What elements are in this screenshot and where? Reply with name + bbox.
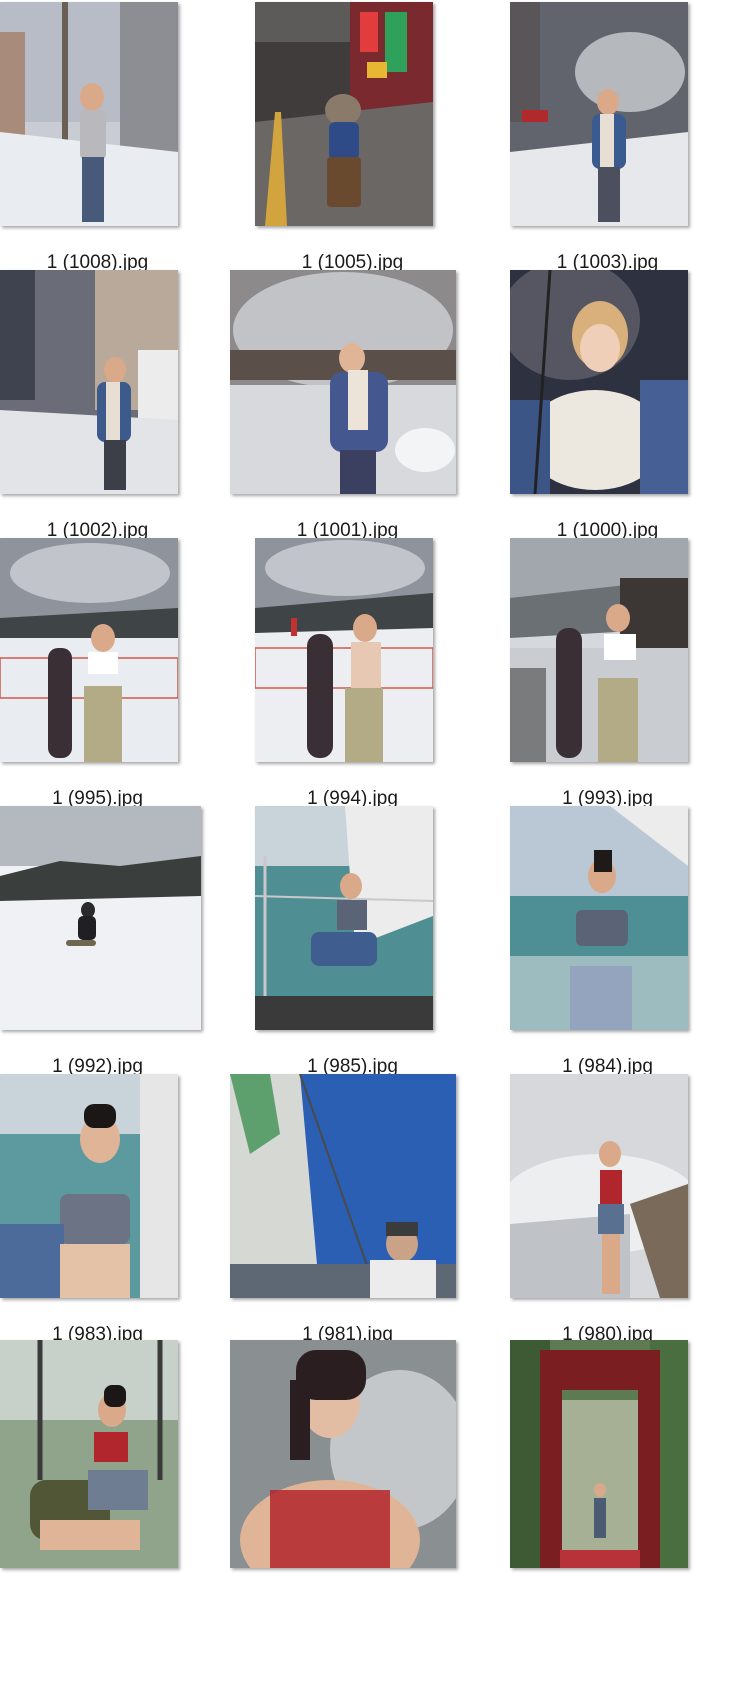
- thumbnail-image[interactable]: [230, 1340, 456, 1568]
- thumbnail-image[interactable]: [510, 806, 688, 1030]
- thumbnail-image[interactable]: [230, 1074, 456, 1298]
- thumbnail-image[interactable]: [510, 270, 688, 494]
- thumbnail-image[interactable]: [0, 270, 178, 494]
- thumbnail-image[interactable]: [0, 2, 178, 226]
- thumbnail-image[interactable]: [0, 1074, 178, 1298]
- thumbnail-image[interactable]: [0, 1340, 178, 1568]
- file-tile[interactable]: 1 (994).jpg: [255, 536, 505, 826]
- file-tile[interactable]: [230, 1340, 480, 1630]
- thumbnail-image[interactable]: [0, 538, 178, 762]
- file-tile[interactable]: 1 (1001).jpg: [230, 268, 480, 558]
- file-tile[interactable]: 1 (992).jpg: [0, 804, 250, 1094]
- thumbnail-grid: 1 (1008).jpg 1 (1005).jpg 1 (1003).jpg 1…: [0, 0, 750, 1699]
- file-tile[interactable]: 1 (995).jpg: [0, 536, 250, 826]
- thumbnail-image[interactable]: [255, 806, 433, 1030]
- thumbnail-image[interactable]: [510, 2, 688, 226]
- file-tile[interactable]: 1 (983).jpg: [0, 1072, 250, 1362]
- thumbnail-image[interactable]: [255, 538, 433, 762]
- thumbnail-image[interactable]: [510, 538, 688, 762]
- file-tile[interactable]: [510, 1340, 750, 1630]
- file-tile[interactable]: 1 (1005).jpg: [255, 0, 505, 290]
- thumbnail-image[interactable]: [0, 806, 201, 1030]
- file-tile[interactable]: 1 (984).jpg: [510, 804, 750, 1094]
- thumbnail-image[interactable]: [510, 1074, 688, 1298]
- file-tile[interactable]: 1 (985).jpg: [255, 804, 505, 1094]
- file-tile[interactable]: [0, 1340, 250, 1630]
- file-tile[interactable]: 1 (1008).jpg: [0, 0, 250, 290]
- file-tile[interactable]: 1 (1000).jpg: [510, 268, 750, 558]
- file-tile[interactable]: 1 (993).jpg: [510, 536, 750, 826]
- thumbnail-image[interactable]: [510, 1340, 688, 1568]
- file-tile[interactable]: 1 (1002).jpg: [0, 268, 250, 558]
- file-tile[interactable]: 1 (981).jpg: [230, 1072, 480, 1362]
- file-tile[interactable]: 1 (1003).jpg: [510, 0, 750, 290]
- thumbnail-image[interactable]: [255, 2, 433, 226]
- thumbnail-image[interactable]: [230, 270, 456, 494]
- file-tile[interactable]: 1 (980).jpg: [510, 1072, 750, 1362]
